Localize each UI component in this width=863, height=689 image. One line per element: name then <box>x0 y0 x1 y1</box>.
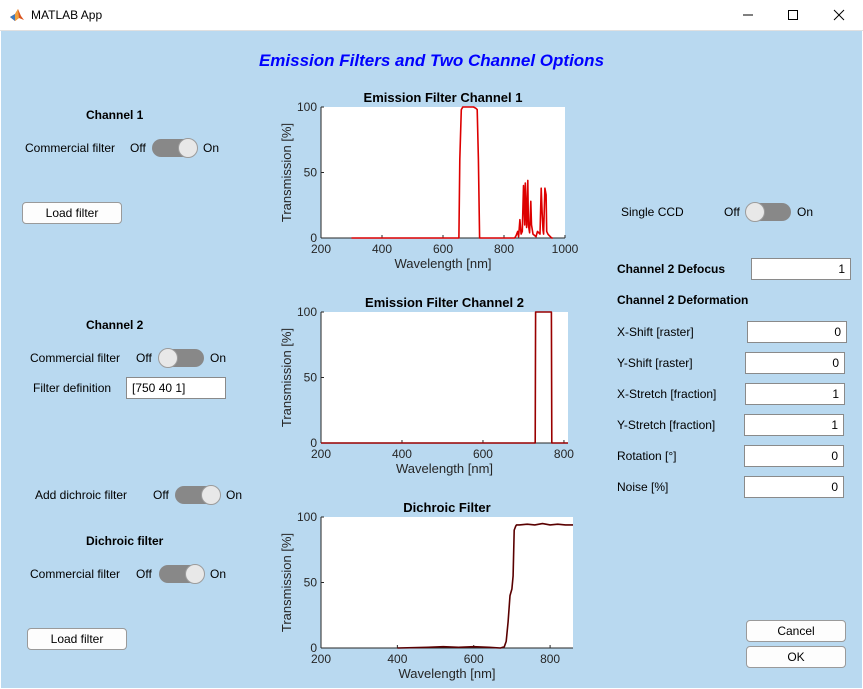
chart-channel2: 200 400 600 800050100Wavelength [nm]Transmi… <box>279 307 574 476</box>
switch-knob <box>158 348 178 368</box>
y-tick-label: 50 <box>304 576 318 590</box>
minimize-icon <box>743 14 753 16</box>
x-tick-label: 600 <box>433 242 453 256</box>
y-tick-label: 0 <box>310 231 317 245</box>
window-title: MATLAB App <box>31 8 103 22</box>
window-titlebar: MATLAB App <box>0 0 863 31</box>
dichroic-off-label: Off <box>136 567 152 581</box>
dichroic-commercial-switch[interactable] <box>159 564 205 584</box>
deformation-heading: Channel 2 Deformation <box>617 293 749 307</box>
rotation-input[interactable]: 0 <box>744 445 844 467</box>
switch-knob <box>178 138 198 158</box>
ok-button[interactable]: OK <box>746 646 846 668</box>
dichroic-heading: Dichroic filter <box>86 534 164 548</box>
page-title: Emission Filters and Two Channel Options <box>258 51 605 70</box>
y-stretch-label: Y-Stretch [fraction] <box>617 418 716 432</box>
plot-area <box>321 517 573 648</box>
maximize-icon <box>788 10 798 20</box>
y-tick-label: 100 <box>297 307 317 319</box>
y-tick-label: 100 <box>297 102 317 114</box>
filter-definition-label: Filter definition <box>33 381 112 395</box>
single-ccd-off-label: Off <box>724 205 740 219</box>
channel1-commercial-switch[interactable] <box>152 138 198 158</box>
y-stretch-input[interactable]: 1 <box>744 414 844 436</box>
add-dichroic-on-label: On <box>226 488 243 502</box>
dichroic-on-label: On <box>210 567 227 581</box>
noise-input[interactable]: 0 <box>744 476 844 498</box>
filter-definition-input[interactable]: [750 40 1] <box>126 377 226 399</box>
x-tick-label: 400 <box>372 242 392 256</box>
channel2-heading: Channel 2 <box>86 318 144 332</box>
x-axis-label: Wavelength [nm] <box>398 666 495 681</box>
single-ccd-label: Single CCD <box>621 205 684 219</box>
x-axis-label: Wavelength [nm] <box>396 461 493 476</box>
close-icon <box>833 9 845 21</box>
single-ccd-switch[interactable] <box>745 202 791 222</box>
y-tick-label: 100 <box>297 512 317 524</box>
y-axis-label: Transmission [%] <box>279 123 294 222</box>
x-stretch-label: X-Stretch [fraction] <box>617 387 717 401</box>
defocus-label: Channel 2 Defocus <box>617 262 726 276</box>
dichroic-commercial-label: Commercial filter <box>30 567 121 581</box>
y-shift-label: Y-Shift [raster] <box>617 356 693 370</box>
cancel-button[interactable]: Cancel <box>746 620 846 642</box>
channel2-commercial-label: Commercial filter <box>30 351 121 365</box>
y-tick-label: 50 <box>304 166 318 180</box>
rotation-label: Rotation [°] <box>617 449 677 463</box>
x-tick-label: 800 <box>554 447 574 461</box>
x-shift-input[interactable]: 0 <box>747 321 847 343</box>
matlab-logo-icon <box>10 9 24 21</box>
channel2-off-label: Off <box>136 351 152 365</box>
x-tick-label: 800 <box>540 652 560 666</box>
channel2-on-label: On <box>210 351 227 365</box>
switch-knob <box>201 485 221 505</box>
channel1-commercial-label: Commercial filter <box>25 141 116 155</box>
x-tick-label: 400 <box>387 652 407 666</box>
channel1-heading: Channel 1 <box>86 108 144 122</box>
add-dichroic-label: Add dichroic filter <box>35 488 128 502</box>
channel2-commercial-switch[interactable] <box>158 348 204 368</box>
channel1-load-filter-button[interactable]: Load filter <box>22 202 122 224</box>
switch-knob <box>185 564 205 584</box>
y-tick-label: 0 <box>310 436 317 450</box>
add-dichroic-off-label: Off <box>153 488 169 502</box>
x-shift-label: X-Shift [raster] <box>617 325 694 339</box>
y-tick-label: 0 <box>310 641 317 655</box>
y-shift-input[interactable]: 0 <box>745 352 845 374</box>
y-tick-label: 50 <box>304 371 318 385</box>
noise-label: Noise [%] <box>617 480 669 494</box>
x-tick-label: 600 <box>473 447 493 461</box>
single-ccd-on-label: On <box>797 205 814 219</box>
y-axis-label: Transmission [%] <box>279 328 294 427</box>
maximize-button[interactable] <box>770 0 816 30</box>
y-axis-label: Transmission [%] <box>279 533 294 632</box>
x-tick-label: 400 <box>392 447 412 461</box>
x-stretch-input[interactable]: 1 <box>745 383 845 405</box>
channel1-off-label: Off <box>130 141 146 155</box>
add-dichroic-switch[interactable] <box>175 485 221 505</box>
x-tick-label: 800 <box>494 242 514 256</box>
chart-channel1: 200 400 600 800 1000050100Wavelength [nm]Tra… <box>279 102 579 271</box>
chart-dichroic: 200 400 600 800050100Wavelength [nm]Transmi… <box>279 512 573 681</box>
x-axis-label: Wavelength [nm] <box>394 256 491 271</box>
plot-area <box>321 312 568 443</box>
x-tick-label: 600 <box>464 652 484 666</box>
x-tick-label: 1000 <box>552 242 579 256</box>
close-button[interactable] <box>816 0 862 30</box>
minimize-button[interactable] <box>725 0 771 30</box>
dichroic-load-filter-button[interactable]: Load filter <box>27 628 127 650</box>
defocus-input[interactable]: 1 <box>751 258 851 280</box>
channel1-on-label: On <box>203 141 220 155</box>
switch-knob <box>745 202 765 222</box>
